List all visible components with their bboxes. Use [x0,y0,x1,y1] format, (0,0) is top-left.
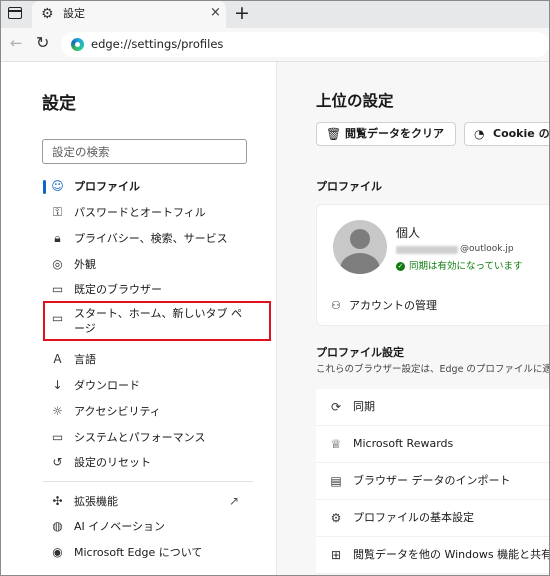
address-bar[interactable]: edge://settings/profiles [61,32,549,57]
check-circle-icon: ✓ [396,262,405,271]
sidebar-item-extensions[interactable]: ✣ 拡張機能 ↗ [43,491,263,513]
profile-email-domain: @outlook.jp [460,244,514,254]
clear-browsing-data-button[interactable]: 🗑︎ 閲覧データをクリア [316,122,456,146]
sidebar-item-label: 言語 [74,353,96,366]
manage-cookies-button[interactable]: ◔ Cookie の管 [464,122,550,146]
row-label: ブラウザー データのインポート [353,474,511,487]
button-label: Cookie の管 [493,127,550,140]
profile-name: 個人 [396,226,421,240]
active-indicator [43,180,46,194]
settings-content: 設定 ☺ プロファイル ⚿ パスワードとオートフィル 🔒︎ プライバシー、検索、… [1,62,549,575]
profile-settings-description: これらのブラウザー設定は、Edge のプロファイルに適 [316,364,550,375]
person-icon: ⚇ [331,299,341,312]
sidebar-item-label: ダウンロード [74,379,140,392]
settings-search-input[interactable] [42,139,247,164]
profile-card: 個人 @outlook.jp ✓ 同期は有効になっています ⚇ アカウントの管理 [316,204,549,326]
sidebar-item-label: プライバシー、検索、サービス [74,232,228,245]
toolbar: ← ↻ edge://settings/profiles [1,28,549,62]
accessibility-icon: ☼ [52,404,63,418]
tab-settings[interactable]: ⚙ 設定 × [32,1,226,28]
highlight-box [43,301,271,341]
trash-icon: 🗑︎ [326,127,342,141]
key-icon: ⚿ [52,205,63,219]
sidebar-item-system[interactable]: ▭ システムとパフォーマンス [43,427,263,449]
ai-icon: ◍ [52,519,63,533]
manage-account-label: アカウントの管理 [349,299,437,312]
manage-account-link[interactable]: ⚇ アカウントの管理 [331,298,437,313]
close-icon[interactable]: × [210,6,221,20]
sidebar-item-passwords[interactable]: ⚿ パスワードとオートフィル [43,202,263,224]
external-link-icon: ↗ [229,494,240,508]
sidebar-item-label: システムとパフォーマンス [74,431,206,444]
sidebar-item-accessibility[interactable]: ☼ アクセシビリティ [43,401,263,423]
email-redacted [396,246,458,254]
reset-icon: ↺ [52,455,63,469]
profile-section-title: プロファイル [316,180,382,193]
sidebar-item-label: パスワードとオートフィル [74,206,206,219]
button-label: 閲覧データをクリア [345,127,444,140]
sidebar-item-ai[interactable]: ◍ AI イノベーション [43,516,263,538]
palette-icon: ◎ [52,257,63,271]
import-icon: ▤ [330,474,342,488]
sidebar-item-label: AI イノベーション [74,520,166,533]
sidebar-item-privacy[interactable]: 🔒︎ プライバシー、検索、サービス [43,228,263,250]
settings-row-windows-share[interactable]: ⊞ 閲覧データを他の Windows 機能と共有 [316,537,550,574]
refresh-button[interactable]: ↻ [36,35,49,51]
extensions-icon: ✣ [52,494,63,508]
cookie-icon: ◔ [474,127,485,141]
sidebar-item-label: 既定のブラウザー [74,283,162,296]
settings-row-sync[interactable]: ⟳ 同期 [316,389,549,426]
language-icon: A [53,352,62,366]
system-icon: ▭ [51,430,64,444]
row-label: プロファイルの基本設定 [353,511,474,524]
sidebar-item-label: アクセシビリティ [74,405,161,418]
new-tab-button[interactable]: + [234,3,250,23]
settings-sidebar: 設定 ☺ プロファイル ⚿ パスワードとオートフィル 🔒︎ プライバシー、検索、… [1,62,277,575]
tab-actions-icon[interactable] [8,7,22,19]
rewards-icon: ♕ [330,437,342,451]
sidebar-divider [43,481,253,482]
sidebar-item-downloads[interactable]: ↓ ダウンロード [43,375,263,397]
browser-window: ⚙ 設定 × + ← ↻ edge://settings/profiles 設定… [0,0,550,576]
sidebar-item-about[interactable]: ◉ Microsoft Edge について [43,542,263,564]
sidebar-item-label: 設定のリセット [74,456,151,469]
edge-icon: ◉ [52,545,63,559]
avatar [333,220,387,274]
page-title: 上位の設定 [316,92,394,110]
sidebar-title: 設定 [42,94,76,114]
settings-row-profile-preferences[interactable]: ⚙ プロファイルの基本設定 [316,500,549,537]
sidebar-item-label: 外観 [74,258,96,271]
sync-status: 同期は有効になっています [409,261,523,272]
windows-icon: ⊞ [330,548,342,562]
sidebar-item-profile[interactable]: ☺ プロファイル [43,176,263,198]
sidebar-item-reset[interactable]: ↺ 設定のリセット [43,452,263,474]
row-label: 同期 [353,400,375,413]
lock-icon: 🔒︎ [54,231,61,245]
profile-settings-icon: ⚙ [330,511,342,525]
browser-icon: ▭ [51,282,64,296]
tab-title: 設定 [63,7,85,20]
sidebar-item-appearance[interactable]: ◎ 外観 [43,254,263,276]
profile-icon: ☺ [51,179,64,193]
settings-row-import[interactable]: ▤ ブラウザー データのインポート [316,463,549,500]
sidebar-item-language[interactable]: A 言語 [43,349,263,371]
sync-icon: ⟳ [330,400,342,414]
sidebar-item-default-browser[interactable]: ▭ 既定のブラウザー [43,279,263,301]
back-button[interactable]: ← [10,36,23,51]
gear-icon: ⚙ [41,6,54,22]
settings-row-rewards[interactable]: ♕ Microsoft Rewards [316,426,549,463]
sidebar-item-label: 拡張機能 [74,495,118,508]
profile-settings-title: プロファイル設定 [316,346,404,359]
row-label: 閲覧データを他の Windows 機能と共有 [353,548,550,561]
edge-logo-icon [71,38,84,51]
sidebar-item-label: Microsoft Edge について [74,546,203,559]
url-text[interactable]: edge://settings/profiles [91,37,223,51]
row-label: Microsoft Rewards [353,437,454,450]
tab-strip: ⚙ 設定 × + [1,1,549,28]
download-icon: ↓ [52,378,63,392]
sidebar-item-label: プロファイル [74,180,140,193]
